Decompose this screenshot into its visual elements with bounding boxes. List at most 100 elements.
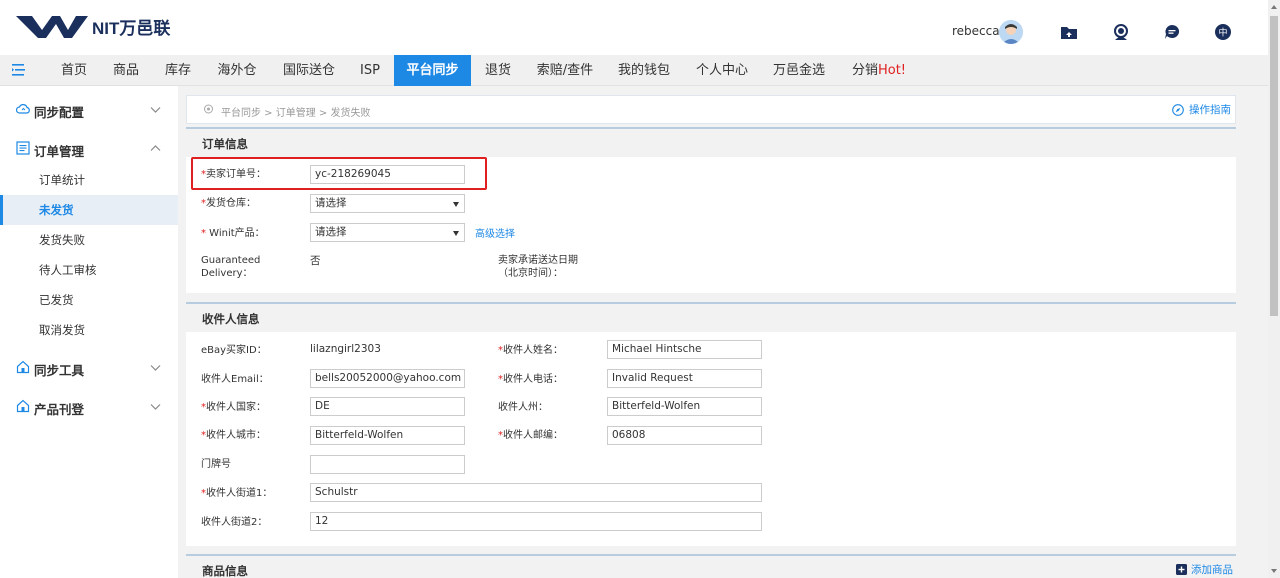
plus-square-icon [1176, 564, 1187, 575]
operation-guide-link[interactable]: 操作指南 [1172, 102, 1231, 117]
goods-info-header: 商品信息 [186, 556, 1236, 578]
add-goods-label: 添加商品 [1191, 564, 1233, 576]
nav-inventory[interactable]: 库存 [156, 55, 200, 86]
folder-icon[interactable] [1059, 22, 1079, 42]
sidebar-item-ship-failed[interactable]: 发货失败 [0, 225, 178, 255]
list-icon [16, 141, 30, 155]
nav-home[interactable]: 首页 [52, 55, 96, 86]
nav-products[interactable]: 商品 [104, 55, 148, 86]
house-number-input[interactable] [310, 455, 465, 474]
goods-info-panel: 商品信息 [186, 554, 1236, 578]
caret-down-icon [453, 202, 459, 207]
sidebar-item-manual-review[interactable]: 待人工审核 [0, 255, 178, 285]
guaranteed-delivery-value: 否 [310, 255, 321, 267]
support-icon[interactable] [1111, 22, 1131, 42]
nav-intl-delivery[interactable]: 国际送仓 [276, 55, 342, 86]
chat-icon[interactable] [1162, 22, 1182, 42]
chevron-down-icon [150, 107, 161, 113]
chevron-down-icon [150, 365, 161, 371]
recipient-state-label: 收件人州： [498, 402, 548, 413]
order-info-header: 订单信息 [186, 129, 1236, 157]
recipient-zip-input[interactable]: 06808 [607, 426, 762, 445]
user-avatar[interactable] [999, 20, 1023, 44]
recipient-name-input[interactable]: Michael Hintsche [607, 340, 762, 359]
highlight-box [191, 157, 487, 190]
nav-returns[interactable]: 退货 [476, 55, 520, 86]
sidebar-item-unshipped[interactable]: 未发货 [0, 195, 178, 225]
recipient-city-label: *收件人城市： [201, 430, 266, 441]
home-tool-icon [16, 360, 30, 374]
location-pin-icon [204, 104, 213, 114]
recipient-email-label: 收件人Email： [201, 374, 269, 385]
advanced-select-link[interactable]: 高级选择 [475, 225, 515, 240]
scroll-down-arrow-icon[interactable] [1271, 569, 1277, 573]
nav-distribution-label: 分销 [851, 63, 878, 78]
sidebar-group-label: 同步配置 [34, 105, 85, 120]
chevron-up-icon [150, 145, 161, 151]
sidebar-item-order-stats[interactable]: 订单统计 [0, 165, 178, 195]
logo-w-mark [16, 16, 88, 38]
warehouse-label: *发货仓库： [201, 198, 256, 209]
recipient-city-input[interactable]: Bitterfeld-Wolfen [310, 426, 465, 445]
language-icon[interactable]: 中 [1213, 22, 1233, 42]
sidebar-group-order-management[interactable]: 订单管理 [0, 130, 178, 168]
caret-down-icon [453, 231, 459, 236]
recipient-phone-input[interactable]: Invalid Request [607, 369, 762, 388]
sidebar-group-label: 订单管理 [34, 144, 85, 159]
nav-claims[interactable]: 索赔/查件 [528, 55, 602, 86]
ebay-id-value: lilazngirl2303 [310, 343, 381, 355]
sidebar-group-sync-config[interactable]: 同步配置 [0, 91, 178, 129]
cloud-sync-icon [16, 104, 30, 114]
chevron-down-icon [150, 404, 161, 410]
sidebar-group-product-publish[interactable]: 产品刊登 [0, 388, 178, 426]
add-goods-button[interactable]: 添加商品 [1176, 562, 1233, 577]
winit-logo[interactable]: NIT万邑联 [16, 11, 170, 41]
logo-text: NIT万邑联 [92, 18, 171, 38]
recipient-info-panel: 收件人信息 [186, 302, 1236, 546]
page-scrollbar[interactable] [1268, 0, 1280, 578]
operation-guide-label: 操作指南 [1189, 104, 1231, 116]
hot-badge: Hot! [877, 63, 907, 78]
recipient-zip-label: *收件人邮编： [498, 430, 563, 441]
sidebar-group-label: 同步工具 [34, 363, 85, 378]
scroll-thumb[interactable] [1270, 16, 1278, 316]
street2-label: 收件人街道2： [201, 517, 268, 528]
recipient-country-label: *收件人国家： [201, 402, 266, 413]
compass-icon [1172, 103, 1184, 116]
sidebar-group-label: 产品刊登 [34, 402, 85, 417]
nav-distribution[interactable]: 分销Hot! [846, 55, 912, 86]
nav-personal-center[interactable]: 个人中心 [688, 55, 756, 86]
street1-input[interactable]: Schulstr [310, 483, 762, 502]
recipient-state-input[interactable]: Bitterfeld-Wolfen [607, 397, 762, 416]
recipient-phone-label: *收件人电话： [498, 374, 563, 385]
language-label: 中 [1218, 27, 1227, 39]
street2-input[interactable]: 12 [310, 512, 762, 531]
recipient-name-label: *收件人姓名： [498, 345, 563, 356]
guaranteed-delivery-label: Guaranteed Delivery： [201, 255, 261, 279]
scroll-up-arrow-icon[interactable] [1271, 5, 1277, 9]
winit-product-select[interactable]: 请选择 [310, 223, 465, 242]
nav-wallet[interactable]: 我的钱包 [610, 55, 678, 86]
recipient-country-input[interactable]: DE [310, 397, 465, 416]
menu-toggle-icon[interactable] [12, 63, 28, 77]
sidebar-item-shipped[interactable]: 已发货 [0, 285, 178, 315]
breadcrumb-bar: 平台同步 > 订单管理 > 发货失败 [186, 95, 1236, 124]
nav-overseas-warehouse[interactable]: 海外仓 [208, 55, 266, 86]
recipient-info-title: 收件人信息 [202, 312, 260, 326]
sidebar-group-sync-tools[interactable]: 同步工具 [0, 349, 178, 387]
house-number-label: 门牌号 [201, 459, 231, 470]
street1-label: *收件人街道1： [201, 488, 273, 499]
nav-platform-sync[interactable]: 平台同步 [394, 55, 471, 86]
username[interactable]: rebecca [952, 24, 1000, 38]
nav-isp[interactable]: ISP [350, 55, 390, 86]
sidebar: 同步配置 订单管理 订单统计 未发货 发货失败 待人工审核 已发货 取消发货 同… [0, 86, 178, 578]
recipient-email-input[interactable]: bells20052000@yahoo.com [310, 369, 465, 388]
top-header: NIT万邑联 rebecca 中 [0, 0, 1268, 55]
order-info-title: 订单信息 [202, 137, 248, 151]
nav-winit-select[interactable]: 万邑金选 [766, 55, 832, 86]
sidebar-item-cancelled[interactable]: 取消发货 [0, 315, 178, 345]
warehouse-select[interactable]: 请选择 [310, 194, 465, 213]
breadcrumb: 平台同步 > 订单管理 > 发货失败 [221, 108, 371, 119]
promise-date-label: 卖家承诺送达日期 （北京时间）： [498, 255, 578, 279]
recipient-info-header: 收件人信息 [186, 304, 1236, 332]
